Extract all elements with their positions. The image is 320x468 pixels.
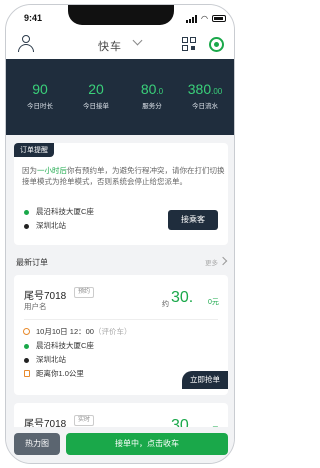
origin-dot-icon [24,344,29,349]
order-route: 10月10日 12：00（评价车） 晨沿科技大厦C座 深圳北站 距离你1.0公里 [22,325,131,381]
order-to: 深圳北站 [36,355,66,364]
notice-to: 深圳北站 [36,221,66,230]
stat-today-orders: 20 今日接单 [83,81,109,110]
mode-title[interactable]: 快车 [98,38,122,54]
notice-from: 晨沿科技大厦C座 [36,207,94,216]
notice-badge: 订单提醒 [14,143,54,157]
stat-service-score: 80.0 服务分 [140,81,164,110]
phone-screen: 9:41 ◠ 快车 90 今日时长 20 今日接单 80.0 服务分 380.0… [5,4,235,464]
status-bar: 9:41 ◠ [6,5,234,31]
order-user: 用户名 [24,302,47,311]
grab-order-button[interactable]: 立即抢单 [182,371,228,389]
signal-icon [186,15,200,23]
order-time: 10月10日 12：00 [36,327,94,336]
heatmap-button[interactable]: 热力图 [14,433,60,455]
distance-icon [24,370,30,377]
stats-panel: 90 今日时长 20 今日接单 80.0 服务分 380.00 今日流水 [6,59,234,135]
clock-icon [23,328,30,335]
order-from: 晨沿科技大厦C座 [36,341,94,350]
order-type-tag: 实时 [74,415,95,426]
wifi-icon: ◠ [201,14,208,23]
order-type-tag: 预约 [74,287,95,298]
price-unit: 0元 [208,299,219,306]
destination-dot-icon [24,358,29,363]
recent-orders-header: 最新订单 更多 [14,255,228,269]
chevron-right-icon[interactable] [218,256,228,266]
more-link[interactable]: 更多 [205,257,218,267]
status-time: 9:41 [24,13,43,23]
order-time-note: （评价车） [93,327,132,336]
app-header: 快车 [6,31,234,59]
accepting-orders-button[interactable]: 接单中，点击收车 [66,433,228,455]
battery-icon [212,15,226,22]
section-title: 最新订单 [16,258,48,267]
pickup-passenger-button[interactable]: 接乘客 [168,210,218,230]
qr-scan-icon[interactable] [182,37,197,52]
destination-dot-icon [24,224,29,229]
origin-dot-icon [24,210,29,215]
stat-today-revenue: 380.00 今日流水 [187,81,223,110]
stat-today-hours: 90 今日时长 [27,81,53,110]
online-status-icon[interactable] [209,37,224,52]
user-profile-icon[interactable] [18,35,34,52]
notice-text: 因为一小时后你有预约单，为避免行程冲突，请你在打们切换接单模式为抢单模式，否则系… [22,166,225,186]
price-prefix: 约 [162,301,169,308]
notice-route: 晨沿科技大厦C座 深圳北站 [22,205,94,233]
order-price: 30. [171,289,194,306]
notch [68,5,174,25]
bottom-bar: 热力图 接单中，点击收车 [6,427,234,463]
order-reminder-card: 订单提醒 因为一小时后你有预约单，为避免行程冲突，请你在打们切换接单模式为抢单模… [14,143,228,245]
order-distance: 距离你1.0公里 [36,369,84,378]
order-number: 尾号7018 [24,291,67,302]
divider [24,319,218,320]
chevron-down-icon[interactable] [132,35,143,46]
